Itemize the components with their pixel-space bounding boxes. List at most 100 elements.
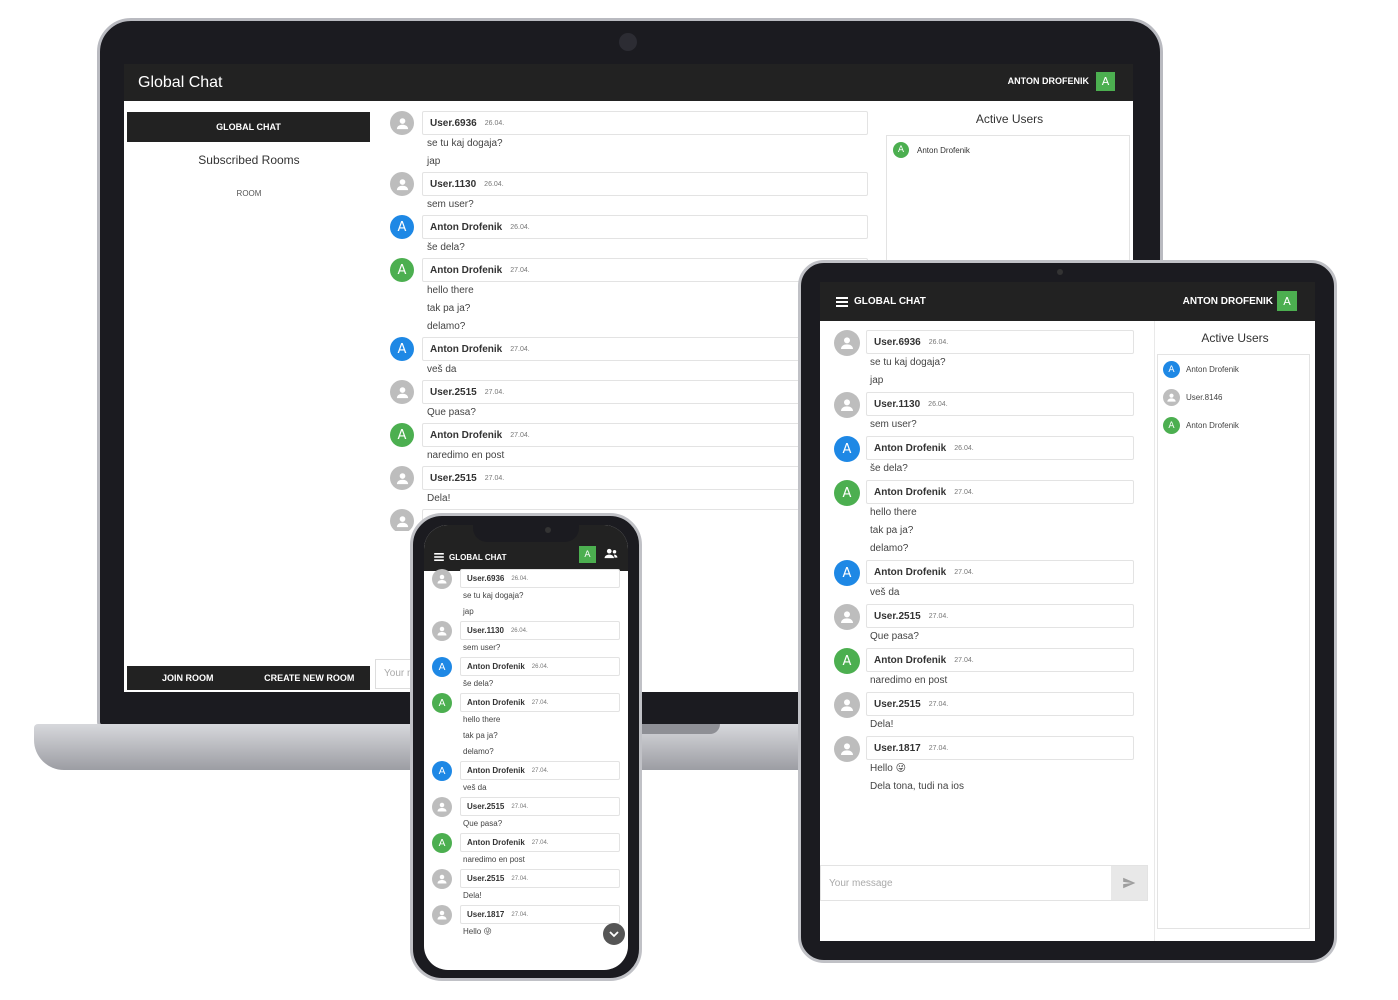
message-body: Anton Drofenik 27.04. hello there tak pa ja…	[866, 480, 1134, 558]
active-users-list: A Anton Drofenik User.8146 A Anton Drofe…	[1157, 354, 1310, 929]
phone-mockup: GLOBAL CHAT A User.6936 26.04. se tu kaj d…	[410, 513, 642, 981]
message-item: A Anton Drofenik 26.04. še dela?	[834, 436, 1134, 478]
message-item: User.2515 27.04. Que pasa?	[834, 604, 1134, 646]
laptop-message-list[interactable]: User.6936 26.04. se tu kaj dogaja? jap User.…	[388, 111, 868, 531]
message-body: User.6936 26.04. se tu kaj dogaja? jap	[422, 111, 868, 171]
message-text: Dela!	[870, 719, 894, 730]
active-user-item[interactable]: A Anton Drofenik	[1163, 417, 1239, 434]
message-date: 27.04.	[954, 568, 974, 576]
message-item: User.1130 26.04. sem user?	[388, 172, 868, 214]
message-text: tak pa ja?	[463, 731, 498, 740]
message-header: Anton Drofenik 26.04.	[460, 657, 620, 676]
message-author: Anton Drofenik	[467, 662, 525, 671]
active-user-item[interactable]: A Anton Drofenik	[893, 142, 970, 158]
global-chat-button[interactable]: GLOBAL CHAT	[127, 112, 370, 142]
message-author: User.6936	[430, 117, 477, 129]
message-item: User.2515 27.04. Que pasa?	[388, 380, 868, 422]
message-body: User.2515 27.04. Que pasa?	[460, 797, 620, 832]
message-author: User.1130	[874, 398, 921, 410]
create-new-room-button[interactable]: CREATE NEW ROOM	[249, 666, 371, 690]
message-author: Anton Drofenik	[467, 698, 525, 707]
message-item: User.2515 27.04. Dela!	[388, 466, 868, 508]
message-author: User.2515	[467, 802, 505, 811]
message-text: hello there	[870, 507, 917, 518]
hamburger-menu-icon[interactable]	[836, 296, 848, 307]
message-header: User.1817 27.04.	[866, 736, 1134, 760]
message-body: User.2515 27.04. Dela!	[866, 692, 1134, 734]
current-user-avatar[interactable]: A	[1277, 291, 1297, 311]
message-date: 27.04.	[928, 744, 949, 752]
message-body: Anton Drofenik 27.04. hello there tak pa ja…	[460, 693, 620, 760]
active-users-title: Active Users	[1201, 331, 1269, 345]
message-text: Dela tona, tudi na ios	[870, 781, 964, 792]
active-user-item[interactable]: User.8146	[1163, 389, 1222, 406]
message-author: User.2515	[430, 386, 477, 398]
current-user-name[interactable]: ANTON DROFENIK	[1008, 76, 1089, 86]
message-item: A Anton Drofenik 27.04. naredimo en post	[388, 423, 868, 465]
hamburger-menu-icon[interactable]	[434, 553, 444, 561]
message-header: User.1130 26.04.	[460, 621, 620, 640]
app-title: GLOBAL CHAT	[449, 552, 507, 562]
room-item[interactable]: ROOM	[124, 189, 374, 198]
user-avatar: A	[390, 337, 414, 361]
message-item: User.6936 26.04. se tu kaj dogaja? jap	[834, 330, 1134, 390]
message-item: User.2515 27.04. Que pasa?	[432, 797, 620, 832]
user-icon	[834, 604, 860, 630]
current-user-avatar[interactable]: A	[579, 546, 596, 563]
message-item: User.2515 27.04. Dela!	[834, 692, 1134, 734]
message-author: User.1130	[467, 626, 504, 635]
phone-message-list[interactable]: User.6936 26.04. se tu kaj dogaja? jap User.…	[432, 569, 620, 967]
message-date: 26.04.	[484, 180, 504, 188]
user-icon	[390, 380, 414, 404]
scroll-down-button[interactable]	[603, 923, 625, 945]
message-date: 26.04.	[510, 223, 530, 231]
message-body: User.1817 27.04. Hello 😜 Dela tona, tudi na…	[866, 736, 1134, 796]
message-date: 27.04.	[531, 767, 549, 774]
message-text: Hello 😜	[870, 763, 906, 774]
message-header: Anton Drofenik 27.04.	[866, 648, 1134, 672]
message-header: User.1817 27.04.	[460, 905, 620, 924]
user-avatar: A	[1163, 361, 1180, 378]
message-author: Anton Drofenik	[430, 221, 503, 233]
message-input-bar: Your message	[820, 865, 1148, 901]
message-header: User.6936 26.04.	[460, 569, 620, 588]
user-icon	[432, 569, 452, 589]
current-user-avatar[interactable]: A	[1096, 72, 1115, 91]
current-user-name[interactable]: ANTON DROFENIK	[1183, 296, 1273, 307]
active-users-icon[interactable]	[604, 548, 618, 559]
message-body: User.1130 26.04. sem user?	[422, 172, 868, 214]
message-author: Anton Drofenik	[874, 654, 947, 666]
user-icon	[390, 111, 414, 135]
message-body: Anton Drofenik 27.04. naredimo en post	[460, 833, 620, 868]
message-text: sem user?	[463, 643, 501, 652]
user-icon	[432, 621, 452, 641]
message-text: jap	[870, 375, 884, 386]
message-date: 27.04.	[531, 839, 549, 846]
user-icon	[432, 905, 452, 925]
message-header: User.2515 27.04.	[460, 797, 620, 816]
user-icon	[432, 869, 452, 889]
message-author: User.1817	[874, 742, 921, 754]
message-item: A Anton Drofenik 27.04. hello there tak pa j…	[834, 480, 1134, 558]
message-date: 27.04.	[510, 431, 530, 439]
message-author: Anton Drofenik	[874, 442, 947, 454]
message-item: A Anton Drofenik 27.04. veš da	[834, 560, 1134, 602]
send-button[interactable]	[1111, 866, 1147, 900]
message-input[interactable]: Your message	[821, 878, 1111, 889]
message-body: Anton Drofenik 27.04. veš da	[866, 560, 1134, 602]
message-author: Anton Drofenik	[430, 429, 503, 441]
message-date: 27.04.	[954, 656, 974, 664]
tablet-message-list[interactable]: User.6936 26.04. se tu kaj dogaja? jap User.…	[834, 330, 1134, 810]
message-header: User.2515 27.04.	[460, 869, 620, 888]
join-room-button[interactable]: JOIN ROOM	[127, 666, 249, 690]
user-avatar: A	[390, 423, 414, 447]
message-header: Anton Drofenik 26.04.	[866, 436, 1134, 460]
message-item: A Anton Drofenik 26.04. še dela?	[432, 657, 620, 692]
message-text: veš da	[870, 587, 900, 598]
send-icon	[1123, 877, 1136, 889]
user-avatar: A	[390, 215, 414, 239]
active-user-item[interactable]: A Anton Drofenik	[1163, 361, 1239, 378]
user-avatar: A	[1163, 417, 1180, 434]
message-body: User.2515 27.04. Que pasa?	[866, 604, 1134, 646]
laptop-camera	[619, 33, 637, 51]
